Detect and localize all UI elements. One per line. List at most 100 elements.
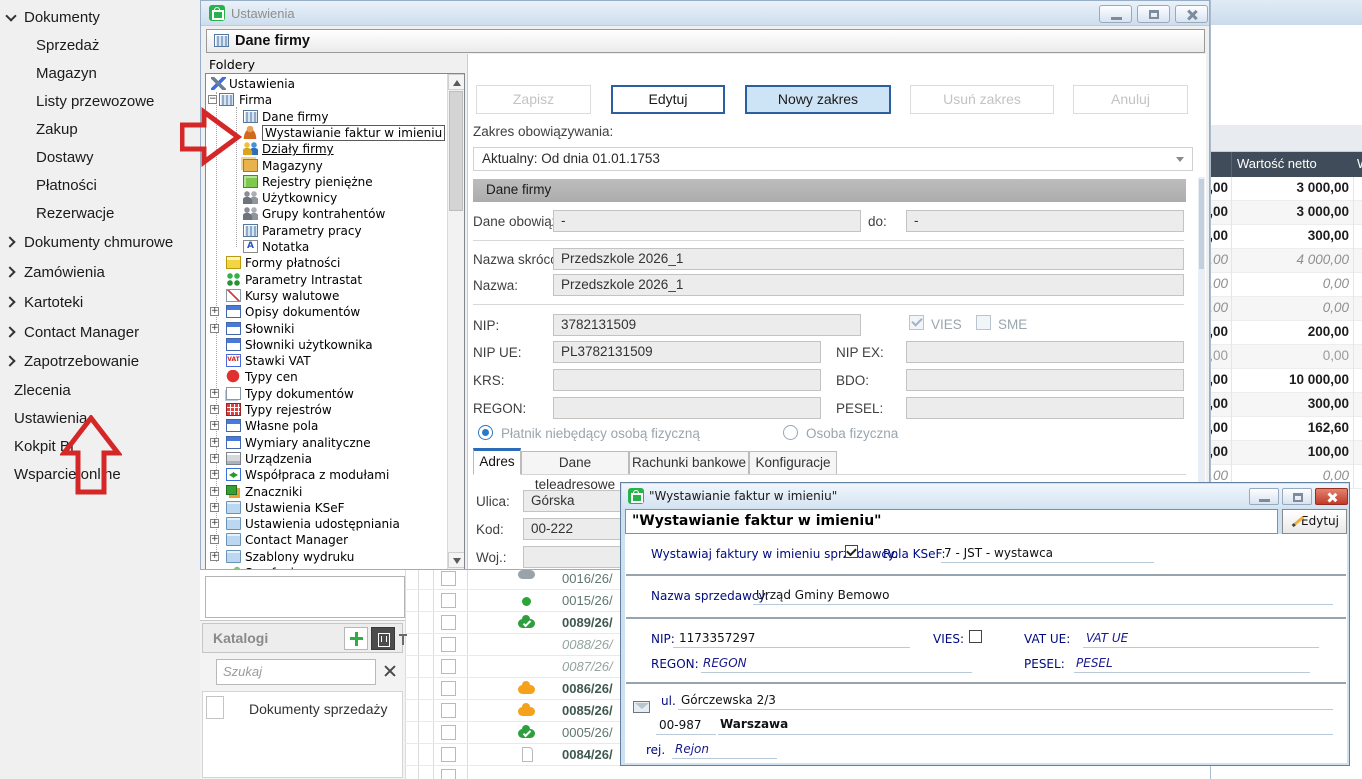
document-row[interactable]: 0087/26/	[405, 656, 620, 678]
expand-box-icon[interactable]: +	[210, 487, 219, 496]
net-value-row[interactable]: ,0010 000,00	[1211, 369, 1362, 393]
delete-catalog-button[interactable]	[371, 627, 395, 650]
krs-field[interactable]	[553, 369, 821, 391]
close-button[interactable]	[1315, 488, 1348, 505]
tree-item-dane-firmy[interactable]: Dane firmy	[206, 109, 446, 125]
tree-item-urz-dzenia[interactable]: +Urządzenia	[206, 451, 446, 467]
tab-konfiguracje[interactable]: Konfiguracje	[749, 451, 837, 475]
nip-value[interactable]: 1173357297	[679, 631, 755, 645]
tree-item-szablony-wydruku[interactable]: +Szablony wydruku	[206, 549, 446, 565]
edit-button[interactable]: Edytuj	[611, 85, 725, 114]
nip-ue-field[interactable]: PL3782131509	[553, 341, 821, 363]
expand-box-icon[interactable]: +	[210, 438, 219, 447]
sme-checkbox[interactable]	[976, 315, 991, 330]
save-button[interactable]: Zapisz	[476, 85, 591, 114]
net-value-row[interactable]: ,00300,00	[1211, 225, 1362, 249]
seller-name-value[interactable]: Urząd Gminy Bemowo	[756, 588, 889, 602]
tree-item-firma[interactable]: −Firma	[206, 92, 446, 108]
pin-icon[interactable]	[399, 634, 407, 636]
row-checkbox[interactable]	[441, 637, 456, 652]
payer-radio[interactable]	[478, 425, 493, 440]
tree-item-s-owniki[interactable]: +Słowniki	[206, 321, 446, 337]
row-checkbox[interactable]	[441, 615, 456, 630]
document-row[interactable]: 0016/26/	[405, 568, 620, 590]
row-checkbox[interactable]	[441, 747, 456, 762]
sidebar-item-zapotrzebowanie[interactable]: Zapotrzebowanie	[0, 352, 193, 374]
sidebar-item-contact-manager[interactable]: Contact Manager	[0, 323, 193, 345]
tree-item-wymiary-analityczne[interactable]: +Wymiary analityczne	[206, 435, 446, 451]
tree-item-contact-manager[interactable]: +Contact Manager	[206, 532, 446, 548]
expand-box-icon[interactable]: +	[210, 421, 219, 430]
net-value-row[interactable]: ,003 000,00	[1211, 201, 1362, 225]
net-value-row[interactable]: ,00200,00	[1211, 321, 1362, 345]
short-name-field[interactable]: Przedszkole 2026_1	[553, 248, 1184, 270]
row-checkbox[interactable]	[441, 593, 456, 608]
expand-box-icon[interactable]: +	[210, 503, 219, 512]
sidebar-item-magazyn[interactable]: Magazyn	[0, 64, 193, 86]
tree-item-dzia-y-firmy[interactable]: Działy firmy	[206, 141, 446, 157]
expand-box-icon[interactable]: +	[210, 307, 219, 316]
bdo-field[interactable]	[906, 369, 1184, 391]
street-value[interactable]: Górczewska 2/3	[681, 693, 776, 707]
expand-box-icon[interactable]: +	[210, 470, 219, 479]
ksef-role-value[interactable]: 7 - JST - wystawca	[944, 546, 1053, 560]
scroll-up-button[interactable]	[448, 74, 465, 90]
tree-item-formy-p-atno-ci[interactable]: Formy płatności	[206, 255, 446, 271]
sidebar-item-rezerwacje[interactable]: Rezerwacje	[0, 204, 193, 226]
expand-box-icon[interactable]: +	[210, 535, 219, 544]
regon-field[interactable]	[553, 397, 821, 419]
sidebar-item-sprzeda[interactable]: Sprzedaż	[0, 36, 193, 58]
postal-code-value[interactable]: 00-987	[659, 718, 702, 732]
scroll-down-button[interactable]	[448, 552, 465, 568]
issue-checkbox[interactable]	[845, 545, 858, 558]
vies-checkbox[interactable]	[909, 315, 924, 330]
row-checkbox[interactable]	[441, 681, 456, 696]
nip-ex-field[interactable]	[906, 341, 1184, 363]
tree-item-typy-dokument-w[interactable]: +Typy dokumentów	[206, 386, 446, 402]
tree-item-wsp-praca-z-modu-ami[interactable]: +Współpraca z modułami	[206, 467, 446, 483]
tree-item-typy-rejestr-w[interactable]: +Typy rejestrów	[206, 402, 446, 418]
sidebar-item-zlecenia[interactable]: Zlecenia	[0, 381, 193, 403]
nip-field[interactable]: 3782131509	[553, 314, 861, 336]
collapse-box-icon[interactable]: −	[208, 95, 217, 104]
sidebar-item-listy-przewozowe[interactable]: Listy przewozowe	[0, 92, 193, 114]
sidebar-item-wsparcie-online[interactable]: Wsparcie online	[0, 465, 193, 487]
row-checkbox[interactable]	[441, 769, 456, 779]
cancel-button[interactable]: Anuluj	[1073, 85, 1188, 114]
document-row[interactable]	[405, 766, 620, 779]
expand-box-icon[interactable]: +	[210, 324, 219, 333]
tree-item-ustawienia-ksef[interactable]: +Ustawienia KSeF	[206, 500, 446, 516]
sidebar-item-dostawy[interactable]: Dostawy	[0, 148, 193, 170]
net-value-row[interactable]: 2,000,00	[1211, 273, 1362, 297]
minimize-button[interactable]	[1099, 5, 1132, 23]
document-row[interactable]: 0084/26/	[405, 744, 620, 766]
catalog-item-label[interactable]: Dokumenty sprzedaży	[249, 701, 388, 717]
document-row[interactable]: 0005/26/	[405, 722, 620, 744]
tree-item-kursy-walutowe[interactable]: Kursy walutowe	[206, 288, 446, 304]
pesel-placeholder[interactable]: PESEL	[1076, 656, 1113, 670]
vat-ue-placeholder[interactable]: VAT UE	[1086, 631, 1128, 645]
sidebar-item-ustawienia[interactable]: Ustawienia	[0, 409, 193, 431]
net-value-row[interactable]: ,00162,60	[1211, 417, 1362, 441]
city-value[interactable]: Warszawa	[720, 717, 788, 731]
settings-titlebar[interactable]: Ustawienia	[201, 1, 1209, 26]
row-checkbox[interactable]	[441, 571, 456, 586]
region-placeholder[interactable]: Rejon	[675, 742, 709, 756]
row-checkbox[interactable]	[441, 703, 456, 718]
tree-item-znaczniki[interactable]: +Znaczniki	[206, 484, 446, 500]
expand-box-icon[interactable]: +	[210, 389, 219, 398]
restore-button[interactable]	[1137, 5, 1170, 23]
catalog-checkbox-cell[interactable]	[206, 696, 224, 719]
document-row[interactable]: 0015/26/	[405, 590, 620, 612]
minimize-button[interactable]	[1249, 488, 1279, 505]
tree-item-magazyny[interactable]: Magazyny	[206, 158, 446, 174]
add-catalog-button[interactable]	[344, 627, 368, 650]
dialog-titlebar[interactable]: "Wystawianie faktur w imieniu"	[622, 484, 1348, 508]
tree-item-wystawianie-faktur-w-imieniu[interactable]: Wystawianie faktur w imieniu	[206, 125, 446, 141]
expand-box-icon[interactable]: +	[210, 552, 219, 561]
new-scope-button[interactable]: Nowy zakres	[745, 85, 891, 114]
date-from-field[interactable]: -	[553, 210, 861, 232]
clear-search-icon[interactable]	[382, 663, 398, 679]
tab-dane-teleadresowe[interactable]: Dane teleadresowe	[521, 451, 629, 475]
tree-item-ustawienia-udost-pniania[interactable]: +Ustawienia udostępniania	[206, 516, 446, 532]
